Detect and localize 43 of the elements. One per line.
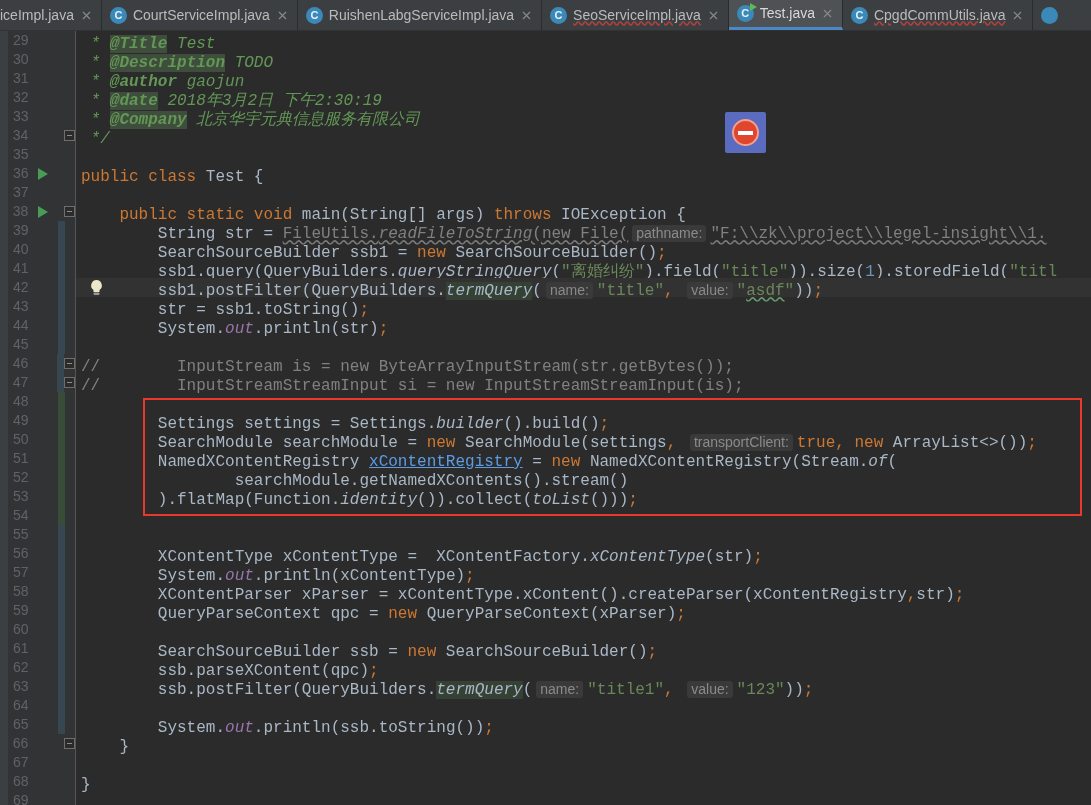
code-line: str = ssb1.toString();: [156, 301, 370, 319]
code-line: ssb1.postFilter(QueryBuilders.termQuery( name: "title", value: "asdf"));: [156, 282, 824, 300]
code-line: * @date 2018年3月2日 下午2:30:19: [89, 92, 382, 110]
code-line: ssb.parseXContent(qpc);: [156, 662, 379, 680]
code-line: ssb1.query(QueryBuilders.queryStringQuery("离婚纠纷").field("title")).size(1).storedField("titl: [156, 263, 1058, 281]
code-line: * @Company 北京华宇元典信息服务有限公司: [89, 111, 421, 129]
code-line: System.out.println(str);: [156, 320, 389, 338]
code-line: public class Test {: [81, 168, 264, 186]
code-line: searchModule.getNamedXContents().stream(): [233, 472, 629, 490]
editor-tab[interactable]: C Test.java: [728, 0, 843, 30]
class-icon: C: [550, 6, 568, 24]
code-line: String str = FileUtils.readFileToString(new File( pathname: "F:\\zk\\project\\legel-insight\\1.: [156, 225, 1047, 243]
code-line: QueryParseContext qpc = new QueryParseContext(xParser);: [156, 605, 686, 623]
tab-label: CpgdCommUtils.java: [873, 5, 1006, 25]
class-icon: C: [736, 5, 754, 22]
code-line: ).flatMap(Function.identity()).collect(toList()));: [156, 491, 638, 509]
code-line: SearchModule searchModule = new SearchModule(settings, transportClient: true, new ArrayList<>());: [156, 434, 1037, 452]
code-line: public static void main(String[] args) throws IOException {: [118, 206, 686, 224]
tab-label: SeoServiceImpl.java: [573, 5, 701, 25]
code-line: SearchSourceBuilder ssb = new SearchSourceBuilder();: [156, 643, 658, 661]
code-line: NamedXContentRegistry xContentRegistry = new NamedXContentRegistry(Stream.of(: [156, 453, 898, 471]
code-line: Settings settings = Settings.builder().build();: [156, 415, 610, 433]
code-line: }: [81, 776, 91, 794]
class-icon: C: [109, 6, 127, 24]
code-line: System.out.println(ssb.toString());: [156, 719, 494, 737]
code-line: }: [118, 738, 129, 756]
tab-label: CourtServiceImpl.java: [132, 5, 270, 25]
code-line: // InputStreamStreamInput si = new InputStreamStreamInput(is);: [81, 377, 744, 395]
code-line: System.out.println(xContentType);: [156, 567, 475, 585]
code-line: * @author gaojun: [89, 73, 245, 91]
editor-tab[interactable]: iceImpl.java: [0, 0, 102, 30]
code-line: XContentParser xParser = xContentType.xContent().createParser(xContentRegistry,str);: [156, 586, 965, 604]
code-line: // InputStream is = new ByteArrayInputStream(str.getBytes());: [81, 358, 734, 376]
code-line: */: [89, 130, 110, 148]
class-icon: C: [850, 6, 868, 24]
code-line: ssb.postFilter(QueryBuilders.termQuery( name: "title1", value: "123"));: [156, 681, 814, 699]
class-icon: C: [305, 6, 323, 24]
tab-label: Test.java: [759, 4, 815, 23]
code-line: * @Title Test: [89, 35, 216, 53]
tab-label: iceImpl.java: [0, 5, 74, 25]
code-line: XContentType xContentType = XContentFactory.xContentType(str);: [156, 548, 763, 566]
tab-label: RuishenLabgServiceImpl.java: [328, 5, 515, 25]
code-line: SearchSourceBuilder ssb1 = new SearchSourceBuilder();: [156, 244, 667, 262]
